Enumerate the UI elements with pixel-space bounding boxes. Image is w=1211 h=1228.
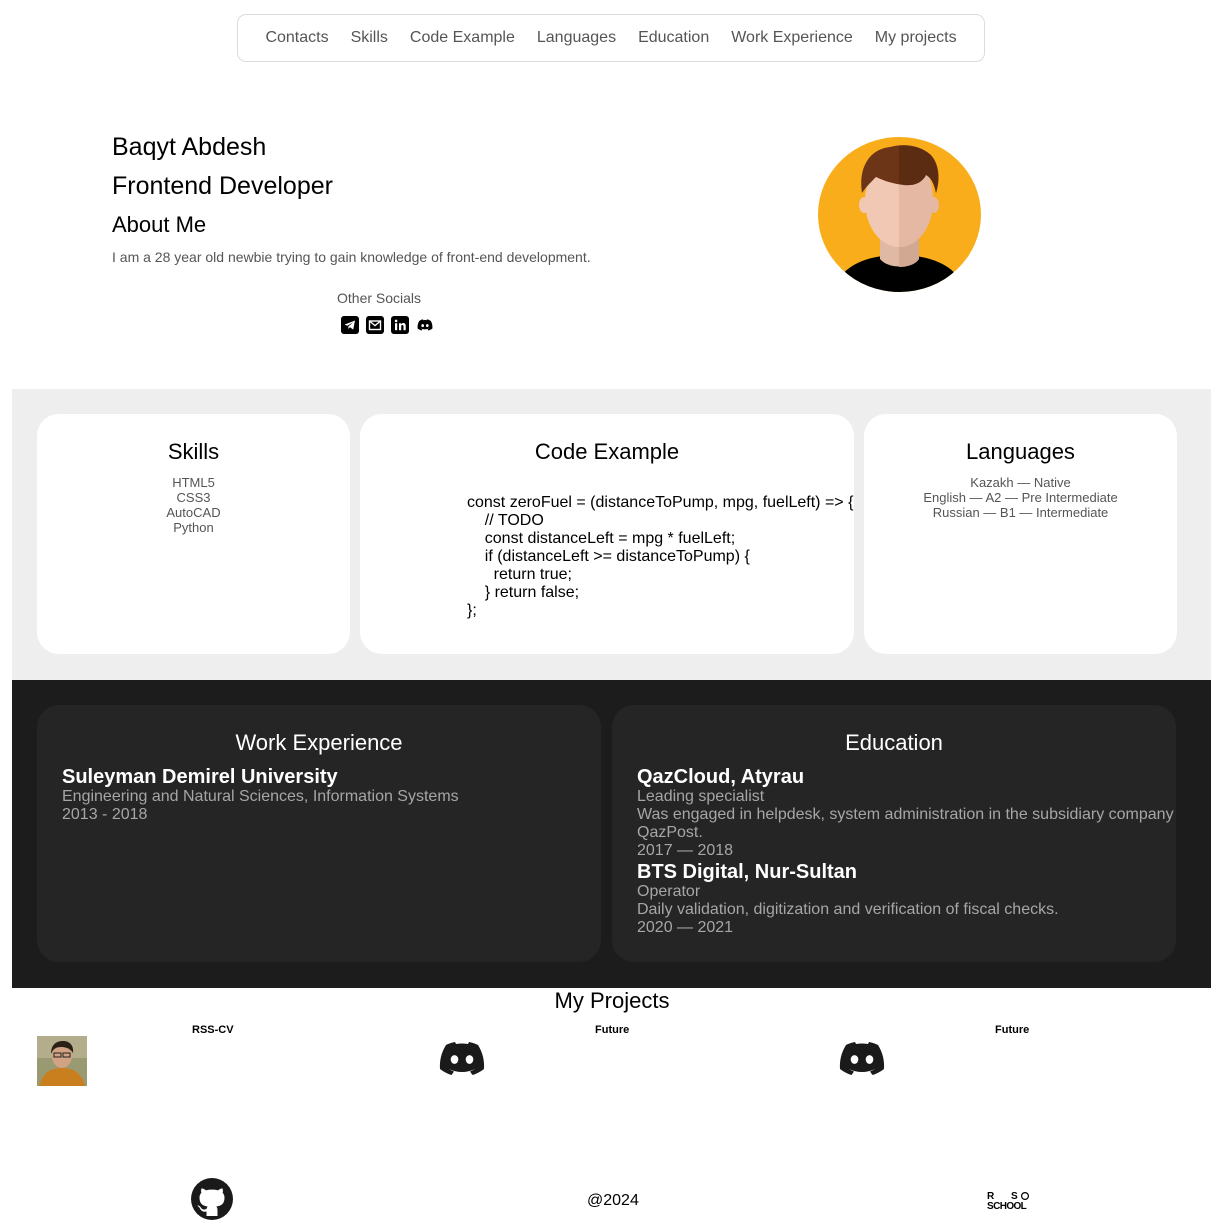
languages-title: Languages <box>966 439 1075 464</box>
project-label: Future <box>995 1024 1030 1036</box>
about-text: I am a 28 year old newbie trying to gain… <box>112 249 591 265</box>
entry-dates: 2020 — 2021 <box>637 919 734 936</box>
hero-name: Baqyt Abdesh <box>112 133 267 161</box>
list-item: Kazakh — Native <box>970 475 1071 490</box>
work-entry: Suleyman Demirel University Engineering … <box>62 766 601 824</box>
skills-list: HTML5 CSS3 AutoCAD Python <box>37 475 350 535</box>
code-title: Code Example <box>534 439 680 464</box>
discord-icon[interactable] <box>438 1042 486 1078</box>
nav-languages[interactable]: Languages <box>537 29 616 47</box>
socials-title: Other Socials <box>337 290 422 306</box>
education-entry: QazCloud, Atyrau Leading specialist Was … <box>637 766 1176 860</box>
projects-title: My Projects <box>554 988 670 1013</box>
nav-my-projects[interactable]: My projects <box>875 29 957 47</box>
hero-role: Frontend Developer <box>112 172 333 200</box>
about-title: About Me <box>112 212 207 237</box>
code-line: return true; <box>467 566 572 583</box>
avatar <box>818 137 981 292</box>
code-line: }; <box>467 602 477 619</box>
project-label: RSS-CV <box>192 1024 234 1036</box>
entry-line: QazPost. <box>637 824 703 841</box>
languages-card: Languages Kazakh — Native English — A2 —… <box>864 414 1177 654</box>
discord-icon[interactable] <box>416 316 434 334</box>
nav-education[interactable]: Education <box>638 29 709 47</box>
list-item: English — A2 — Pre Intermediate <box>923 490 1118 505</box>
discord-icon[interactable] <box>838 1042 886 1078</box>
list-item: Russian — B1 — Intermediate <box>932 505 1109 520</box>
copyright: @2024 <box>587 1192 639 1209</box>
list-item: AutoCAD <box>166 505 221 520</box>
list-item: CSS3 <box>176 490 211 505</box>
entry-title: QazCloud, Atyrau <box>637 766 805 788</box>
education-title: Education <box>845 730 943 755</box>
entry-role: Leading specialist <box>637 788 765 805</box>
rs-school-logo[interactable]: R S SCHOOL <box>987 1190 1039 1210</box>
code-line: const zeroFuel = (distanceToPump, mpg, f… <box>467 494 854 511</box>
svg-text:SCHOOL: SCHOOL <box>987 1201 1027 1210</box>
entry-dates: 2017 — 2018 <box>637 842 734 859</box>
code-line: // TODO <box>467 512 544 529</box>
nav-work-experience[interactable]: Work Experience <box>731 29 853 47</box>
code-line: const distanceLeft = mpg * fuelLeft; <box>467 530 736 547</box>
linkedin-icon[interactable] <box>391 316 409 334</box>
nav-code-example[interactable]: Code Example <box>410 29 515 47</box>
code-block: const zeroFuel = (distanceToPump, mpg, f… <box>467 494 853 620</box>
work-experience-card: Work Experience Suleyman Demirel Univers… <box>37 705 601 962</box>
entry-dates: 2013 - 2018 <box>62 806 148 823</box>
list-item: Python <box>173 520 214 535</box>
top-nav: Contacts Skills Code Example Languages E… <box>237 14 985 62</box>
nav-contacts[interactable]: Contacts <box>265 29 328 47</box>
telegram-icon[interactable] <box>341 316 359 334</box>
project-photo[interactable] <box>37 1036 87 1086</box>
socials-list <box>341 316 434 334</box>
education-card: Education QazCloud, Atyrau Leading speci… <box>612 705 1176 962</box>
skills-card: Skills HTML5 CSS3 AutoCAD Python <box>37 414 350 654</box>
code-line: if (distanceLeft >= distanceToPump) { <box>467 548 750 565</box>
entry-title: BTS Digital, Nur-Sultan <box>637 861 857 883</box>
languages-list: Kazakh — Native English — A2 — Pre Inter… <box>864 475 1177 520</box>
github-icon[interactable] <box>191 1178 233 1220</box>
nav-skills[interactable]: Skills <box>351 29 388 47</box>
entry-role: Operator <box>637 883 701 900</box>
code-card: Code Example const zeroFuel = (distanceT… <box>360 414 854 654</box>
work-experience-title: Work Experience <box>235 730 403 755</box>
gmail-icon[interactable] <box>366 316 384 334</box>
entry-line: Engineering and Natural Sciences, Inform… <box>62 788 459 805</box>
skills-title: Skills <box>167 439 220 464</box>
entry-line: Was engaged in helpdesk, system administ… <box>637 806 1174 823</box>
education-entry: BTS Digital, Nur-Sultan Operator Daily v… <box>637 861 1176 937</box>
entry-line: Daily validation, digitization and verif… <box>637 901 1059 918</box>
entry-title: Suleyman Demirel University <box>62 766 338 788</box>
project-label: Future <box>595 1024 630 1036</box>
list-item: HTML5 <box>172 475 215 490</box>
code-line: } return false; <box>467 584 580 601</box>
